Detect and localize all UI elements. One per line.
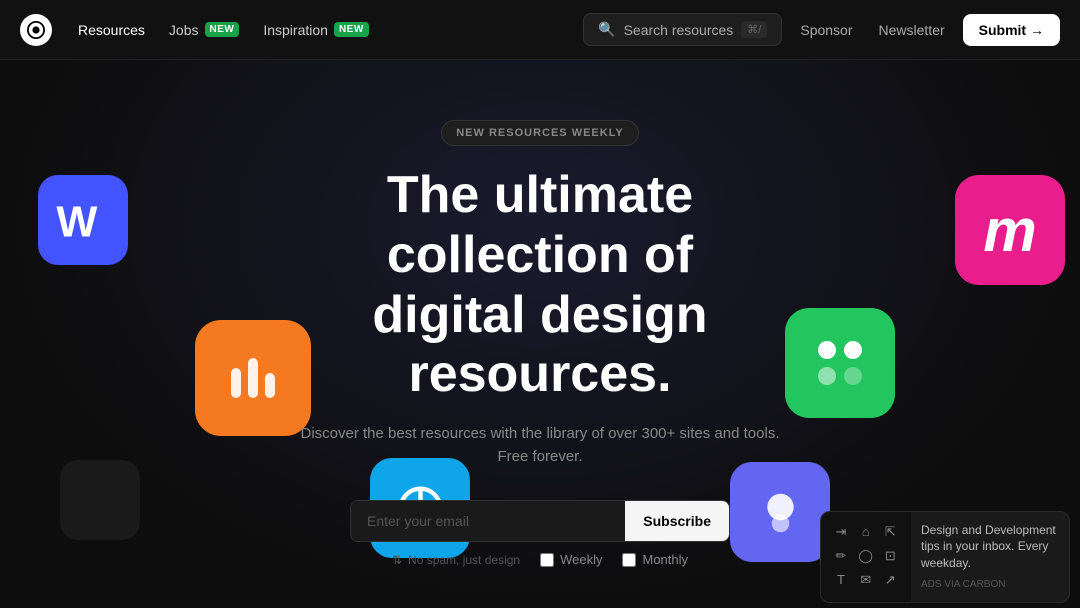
nav-links: Resources Jobs NEW Inspiration NEW <box>68 16 583 44</box>
ads-icon-9: ↗ <box>878 568 902 592</box>
nav-item-jobs[interactable]: Jobs NEW <box>159 16 249 44</box>
submit-button[interactable]: Submit → <box>963 14 1060 46</box>
ads-via: ADS VIA CARBON <box>921 578 1059 592</box>
weekly-check[interactable] <box>540 553 554 567</box>
nav-item-resources[interactable]: Resources <box>68 16 155 44</box>
nav-right: 🔍 Search resources ⌘/ Sponsor Newsletter… <box>583 13 1060 46</box>
ads-icon-1: ⇥ <box>829 520 853 544</box>
email-form: Subscribe ⇅ No spam, just design Weekly … <box>350 500 730 567</box>
logo[interactable] <box>20 14 52 46</box>
form-options: ⇅ No spam, just design Weekly Monthly <box>392 552 688 567</box>
jobs-badge: NEW <box>205 22 240 37</box>
search-shortcut: ⌘/ <box>741 21 767 38</box>
monthly-check[interactable] <box>622 553 636 567</box>
hero-title: The ultimate collection ofdigital design… <box>280 166 800 405</box>
ads-icon-6: ⊡ <box>878 544 902 568</box>
ads-icon-8: ✉ <box>854 568 878 592</box>
hero-subtitle: Discover the best resources with the lib… <box>290 423 790 468</box>
ads-icon-2: ⌂ <box>854 520 878 544</box>
ads-icon-4: ✏ <box>829 544 853 568</box>
ads-icon-3: ⇱ <box>878 520 902 544</box>
ads-text: Design and Development tips in your inbo… <box>921 522 1059 572</box>
ads-icon-5: ◯ <box>854 544 878 568</box>
email-row: Subscribe <box>350 500 730 542</box>
newsletter-link[interactable]: Newsletter <box>871 16 953 44</box>
ads-content: Design and Development tips in your inbo… <box>911 512 1069 602</box>
hint-icon: ⇅ <box>392 553 402 567</box>
hero-section: NEW RESOURCES WEEKLY The ultimate collec… <box>0 60 1080 567</box>
navigation: Resources Jobs NEW Inspiration NEW 🔍 Sea… <box>0 0 1080 60</box>
ads-icons: ⇥ ⌂ ⇱ ✏ ◯ ⊡ T ✉ ↗ <box>821 512 911 602</box>
email-input[interactable] <box>351 501 625 541</box>
nav-item-inspiration[interactable]: Inspiration NEW <box>253 16 378 44</box>
subscribe-button[interactable]: Subscribe <box>625 501 729 541</box>
ads-widget: ⇥ ⌂ ⇱ ✏ ◯ ⊡ T ✉ ↗ Design and Development… <box>820 511 1070 603</box>
form-hint: ⇅ No spam, just design <box>392 553 520 567</box>
search-button[interactable]: 🔍 Search resources ⌘/ <box>583 13 782 46</box>
search-icon: 🔍 <box>598 21 615 38</box>
hero-badge: NEW RESOURCES WEEKLY <box>441 120 639 146</box>
sponsor-link[interactable]: Sponsor <box>792 16 860 44</box>
monthly-checkbox[interactable]: Monthly <box>622 552 688 567</box>
inspiration-badge: NEW <box>334 22 369 37</box>
weekly-checkbox[interactable]: Weekly <box>540 552 602 567</box>
ads-icon-7: T <box>829 568 853 592</box>
